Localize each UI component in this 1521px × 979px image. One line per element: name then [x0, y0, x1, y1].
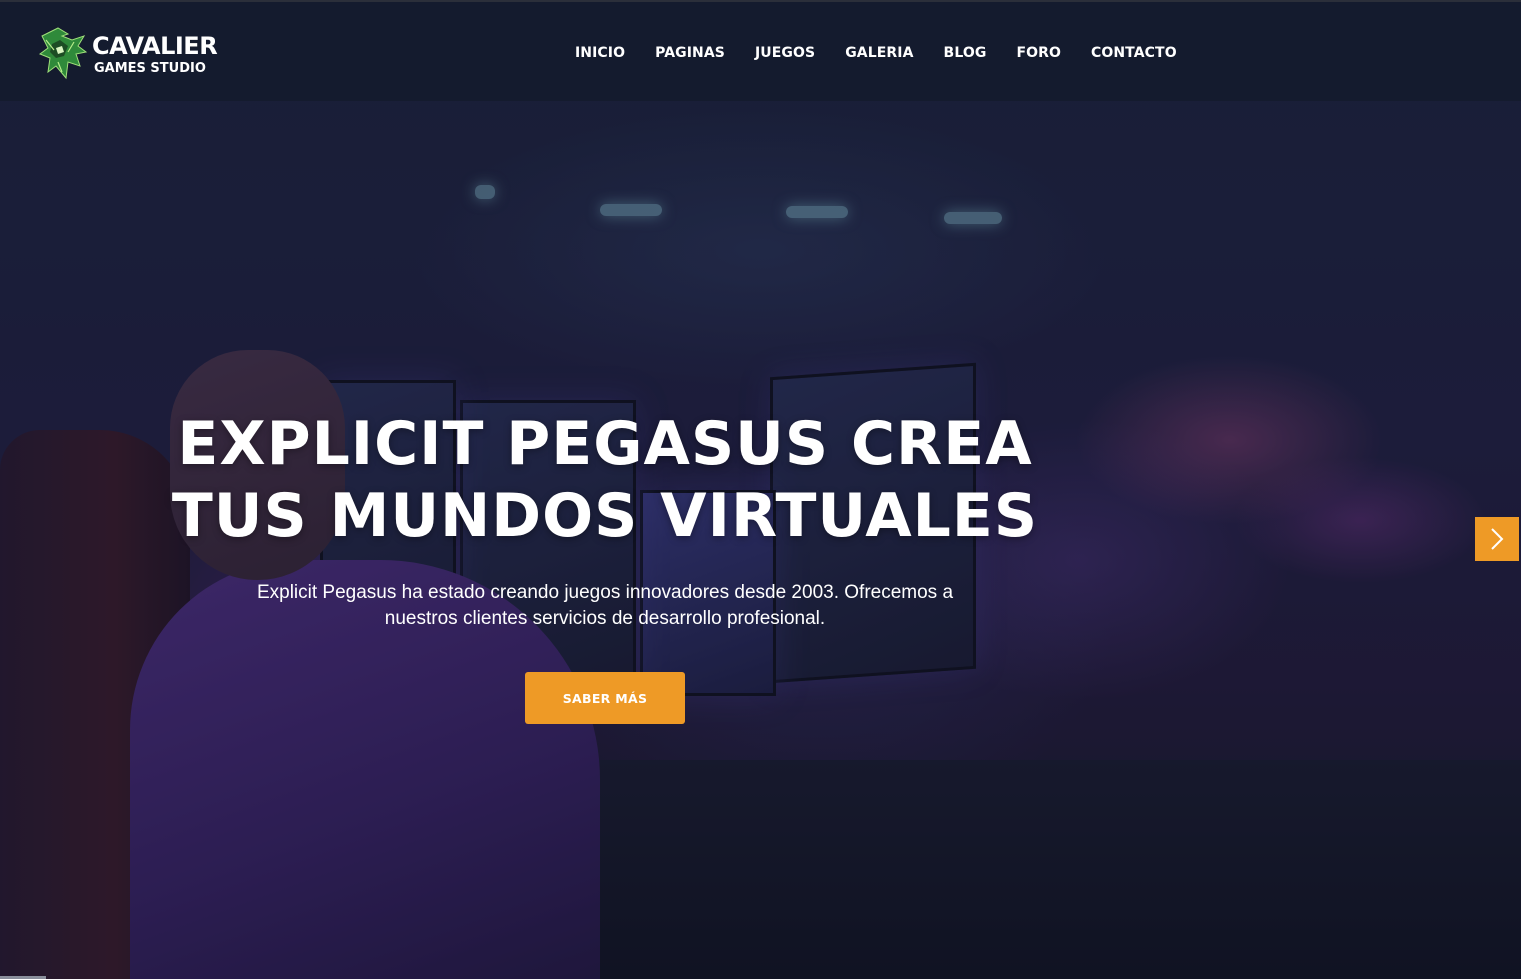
hero-section: EXPLICIT PEGASUS CREA TUS MUNDOS VIRTUAL… — [150, 408, 1060, 724]
brand-subtitle: GAMES STUDIO — [94, 60, 206, 76]
chevron-right-icon — [1491, 528, 1504, 550]
nav-item-juegos[interactable]: JUEGOS — [755, 45, 815, 61]
saber-mas-button[interactable]: SABER MÁS — [525, 672, 685, 724]
hero-description: Explicit Pegasus ha estado creando juego… — [256, 582, 954, 629]
hero-title: EXPLICIT PEGASUS CREA TUS MUNDOS VIRTUAL… — [150, 408, 1060, 552]
brand-logo[interactable]: CAVALIER GAMES STUDIO — [38, 26, 218, 82]
nav-item-galeria[interactable]: GALERIA — [845, 45, 913, 61]
slider-next-button[interactable] — [1475, 517, 1519, 561]
site-header: CAVALIER GAMES STUDIO INICIO PAGINAS JUE… — [0, 0, 1521, 101]
nav-item-contacto[interactable]: CONTACTO — [1091, 45, 1177, 61]
page: CAVALIER GAMES STUDIO INICIO PAGINAS JUE… — [0, 0, 1521, 979]
main-nav: INICIO PAGINAS JUEGOS GALERIA BLOG FORO … — [575, 45, 1177, 61]
brand-text: CAVALIER GAMES STUDIO — [92, 31, 218, 76]
hero-title-line-2: TUS MUNDOS VIRTUALES — [171, 481, 1039, 551]
dragon-head-icon — [38, 27, 88, 80]
nav-item-foro[interactable]: FORO — [1016, 45, 1061, 61]
nav-item-paginas[interactable]: PAGINAS — [655, 45, 725, 61]
hero-title-line-1: EXPLICIT PEGASUS CREA — [177, 409, 1033, 479]
brand-name: CAVALIER — [92, 31, 218, 60]
nav-item-inicio[interactable]: INICIO — [575, 45, 625, 61]
nav-item-blog[interactable]: BLOG — [944, 45, 987, 61]
